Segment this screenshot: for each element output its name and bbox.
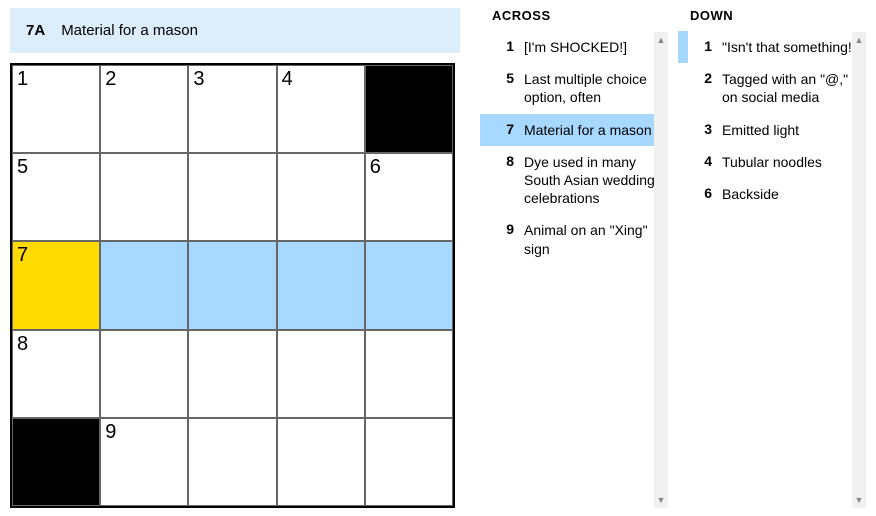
cell-number: 7: [17, 244, 28, 267]
current-clue-bar: 7A Material for a mason: [10, 8, 460, 53]
clue-text: [I'm SHOCKED!]: [524, 38, 662, 56]
grid-cell[interactable]: 7: [12, 241, 100, 329]
grid-cell[interactable]: [365, 241, 453, 329]
grid-cell[interactable]: [365, 330, 453, 418]
grid-cell[interactable]: 6: [365, 153, 453, 241]
grid-cell[interactable]: 5: [12, 153, 100, 241]
clue-item[interactable]: 2 Tagged with an "@," on social media: [678, 63, 866, 113]
grid-cell[interactable]: 1: [12, 65, 100, 153]
clue-text: Last multiple choice option, often: [524, 70, 662, 106]
cell-number: 5: [17, 156, 28, 179]
grid-cell[interactable]: [277, 330, 365, 418]
clue-number: 1: [490, 38, 514, 56]
clue-text: Emitted light: [722, 121, 860, 139]
across-clue-list[interactable]: 1 [I'm SHOCKED!] 5 Last multiple choice opt…: [480, 31, 668, 491]
clue-number: 6: [688, 185, 712, 203]
scroll-down-icon[interactable]: ▼: [654, 492, 668, 508]
grid-cell[interactable]: [277, 418, 365, 506]
clue-item[interactable]: 9 Animal on an "Xing" sign: [480, 214, 668, 264]
grid-cell[interactable]: [365, 418, 453, 506]
clue-text: Tubular noodles: [722, 153, 860, 171]
clue-text: Dye used in many South Asian wedding cel…: [524, 153, 662, 208]
clue-number: 1: [688, 38, 712, 56]
grid-cell[interactable]: [100, 153, 188, 241]
cell-number: 1: [17, 68, 28, 91]
clue-item[interactable]: 1 [I'm SHOCKED!]: [480, 31, 668, 63]
clue-item[interactable]: 7 Material for a mason: [480, 114, 668, 146]
grid-cell: [365, 65, 453, 153]
clue-item[interactable]: 3 Emitted light: [678, 114, 866, 146]
clue-item[interactable]: 1 "Isn't that something!": [678, 31, 866, 63]
down-column: DOWN 1 "Isn't that something!" 2 Tagged wit…: [678, 8, 866, 508]
cell-number: 9: [105, 421, 116, 444]
crossword-grid[interactable]: 1 2 3 4 5 6 7 8 9: [10, 63, 455, 508]
clue-text: "Isn't that something!": [722, 38, 860, 56]
grid-cell[interactable]: 4: [277, 65, 365, 153]
cell-number: 6: [370, 156, 381, 179]
grid-cell[interactable]: 9: [100, 418, 188, 506]
grid-cell[interactable]: [100, 330, 188, 418]
grid-cell: [12, 418, 100, 506]
current-clue-text: Material for a mason: [61, 22, 198, 39]
down-clue-list[interactable]: 1 "Isn't that something!" 2 Tagged with an …: [678, 31, 866, 491]
grid-cell[interactable]: [100, 241, 188, 329]
grid-cell[interactable]: [277, 153, 365, 241]
grid-cell[interactable]: 2: [100, 65, 188, 153]
clue-number: 2: [688, 70, 712, 106]
cell-number: 4: [282, 68, 293, 91]
clue-number: 9: [490, 221, 514, 257]
clue-number: 8: [490, 153, 514, 208]
grid-cell[interactable]: 8: [12, 330, 100, 418]
scrollbar-track[interactable]: ▲ ▼: [852, 32, 866, 508]
grid-cell[interactable]: [277, 241, 365, 329]
grid-cell[interactable]: [188, 153, 276, 241]
scrollbar-track[interactable]: ▲ ▼: [654, 32, 668, 508]
clue-number: 3: [688, 121, 712, 139]
across-title: ACROSS: [480, 8, 668, 23]
cell-number: 8: [17, 333, 28, 356]
scroll-down-icon[interactable]: ▼: [852, 492, 866, 508]
clue-number: 4: [688, 153, 712, 171]
grid-cell[interactable]: [188, 418, 276, 506]
grid-cell[interactable]: [188, 241, 276, 329]
clue-text: Backside: [722, 185, 860, 203]
clue-text: Animal on an "Xing" sign: [524, 221, 662, 257]
cell-number: 3: [193, 68, 204, 91]
grid-cell[interactable]: [188, 330, 276, 418]
clue-item[interactable]: 6 Backside: [678, 178, 866, 210]
cell-number: 2: [105, 68, 116, 91]
scroll-up-icon[interactable]: ▲: [654, 32, 668, 48]
clue-number: 7: [490, 121, 514, 139]
clue-text: Tagged with an "@," on social media: [722, 70, 860, 106]
clue-number: 5: [490, 70, 514, 106]
scroll-up-icon[interactable]: ▲: [852, 32, 866, 48]
clue-item[interactable]: 4 Tubular noodles: [678, 146, 866, 178]
current-clue-label: 7A: [26, 22, 45, 39]
grid-cell[interactable]: 3: [188, 65, 276, 153]
down-title: DOWN: [678, 8, 866, 23]
across-column: ACROSS 1 [I'm SHOCKED!] 5 Last multiple cho…: [480, 8, 668, 508]
clue-item[interactable]: 8Dye used in many South Asian wedding ce…: [480, 146, 668, 215]
clue-text: Material for a mason: [524, 121, 662, 139]
clue-item[interactable]: 5 Last multiple choice option, often: [480, 63, 668, 113]
